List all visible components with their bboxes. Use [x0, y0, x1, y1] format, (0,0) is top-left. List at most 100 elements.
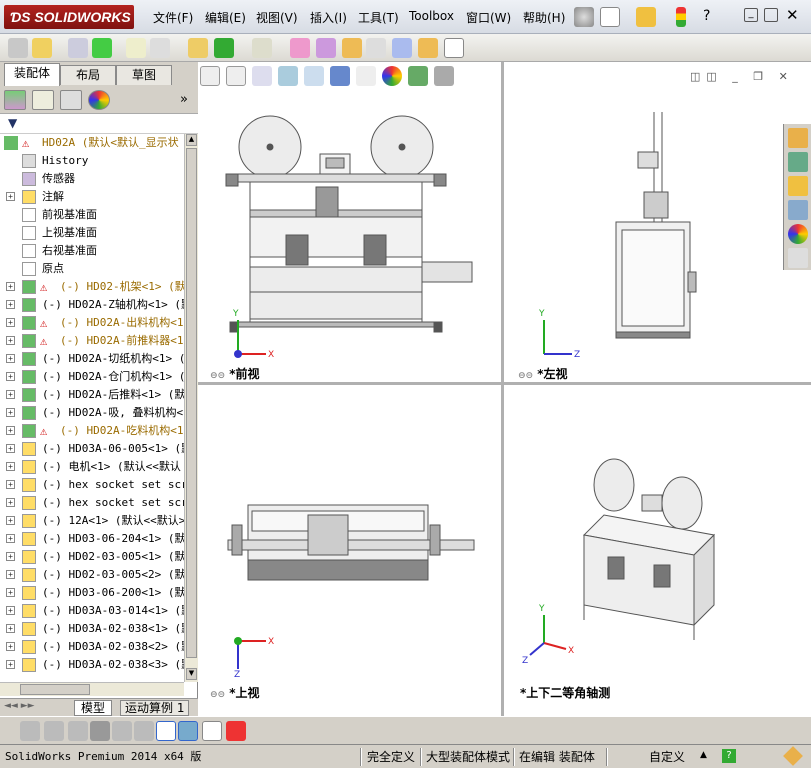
- tree-item[interactable]: + (-) HD03-06-200<1> (默认: [0, 584, 184, 602]
- zoom-to-area-icon[interactable]: [226, 66, 246, 86]
- rebuild-traffic-light-icon[interactable]: [676, 7, 686, 27]
- display-manager-icon[interactable]: [88, 90, 110, 110]
- tree-item[interactable]: + (-) HD03A-02-038<1> (默: [0, 620, 184, 638]
- tree-item[interactable]: + ⚠ (-) HD02A-前推料器<1: [0, 332, 184, 350]
- linear-pattern-icon[interactable]: [92, 38, 112, 58]
- solidworks-resources-icon[interactable]: [788, 128, 808, 148]
- menu-edit[interactable]: 编辑(E): [205, 9, 246, 26]
- menu-help[interactable]: 帮助(H): [523, 9, 565, 26]
- tree-item[interactable]: + (-) HD03A-02-038<3> (默: [0, 656, 184, 674]
- expand-icon[interactable]: +: [6, 516, 15, 525]
- tree-item[interactable]: 上视基准面: [0, 224, 184, 242]
- section-view-icon[interactable]: [278, 66, 298, 86]
- explode-line-sketch-icon[interactable]: [342, 38, 362, 58]
- tree-item[interactable]: 右视基准面: [0, 242, 184, 260]
- interference-detection-icon[interactable]: [366, 38, 386, 58]
- shaded-icon[interactable]: [112, 721, 132, 741]
- hidden-lines-visible-icon[interactable]: [44, 721, 64, 741]
- tree-item[interactable]: + (-) HD03A-03-014<1> (默: [0, 602, 184, 620]
- tree-item[interactable]: + 注解: [0, 188, 184, 206]
- expand-icon[interactable]: +: [6, 588, 15, 597]
- tree-item[interactable]: + (-) 电机<1> (默认<<默认: [0, 458, 184, 476]
- link-views-icon[interactable]: ⊖⊝: [210, 371, 225, 381]
- tree-item[interactable]: + (-) hex socket set scre: [0, 476, 184, 494]
- menu-window[interactable]: 窗口(W): [466, 9, 511, 26]
- filter-icon[interactable]: ▼: [8, 116, 17, 130]
- tree-item[interactable]: + (-) HD02A-仓门机构<1> (: [0, 368, 184, 386]
- expand-icon[interactable]: +: [6, 282, 15, 291]
- expand-icon[interactable]: +: [6, 660, 15, 669]
- shaded-with-edges-icon[interactable]: [90, 721, 110, 741]
- tree-root[interactable]: ⚠ HD02A (默认<默认_显示状: [0, 134, 184, 152]
- pin-icon[interactable]: [574, 7, 594, 27]
- status-large-assembly-mode[interactable]: 大型装配体模式: [423, 748, 513, 766]
- expand-icon[interactable]: +: [6, 408, 15, 417]
- tree-item[interactable]: 前视基准面: [0, 206, 184, 224]
- tab-model[interactable]: 模型: [74, 700, 113, 716]
- tab-scroll-icon[interactable]: ◄◄ ►►: [4, 701, 35, 711]
- expand-icon[interactable]: +: [6, 462, 15, 471]
- tree-item[interactable]: + (-) HD02A-后推料<1> (默: [0, 386, 184, 404]
- expand-icon[interactable]: +: [6, 624, 15, 633]
- assembly-features-icon[interactable]: [188, 38, 208, 58]
- hide-show-items-icon[interactable]: [356, 66, 376, 86]
- rebuild-tag-icon[interactable]: [783, 746, 803, 766]
- expand-icon[interactable]: +: [6, 444, 15, 453]
- expand-icon[interactable]: +: [6, 570, 15, 579]
- previous-view-icon[interactable]: [252, 66, 272, 86]
- tree-vertical-scrollbar[interactable]: ▲ ▼: [184, 134, 198, 682]
- tree-item[interactable]: + (-) HD03A-06-005<1> (默: [0, 440, 184, 458]
- exploded-view-icon[interactable]: [316, 38, 336, 58]
- mate-icon[interactable]: [32, 38, 52, 58]
- tree-item[interactable]: + (-) HD03-06-204<1> (默认: [0, 530, 184, 548]
- display-style-icon[interactable]: [330, 66, 350, 86]
- minimize-icon[interactable]: _: [744, 8, 758, 22]
- status-units-custom[interactable]: 自定义: [646, 748, 688, 766]
- help-icon[interactable]: ?: [703, 8, 710, 24]
- appearances-icon[interactable]: [788, 224, 808, 244]
- expand-icon[interactable]: +: [6, 372, 15, 381]
- four-view-icon[interactable]: [178, 721, 198, 741]
- tab-assembly[interactable]: 装配体: [4, 63, 60, 86]
- status-help-icon[interactable]: ?: [722, 749, 736, 763]
- scroll-up-icon[interactable]: ▲: [186, 134, 197, 146]
- expand-icon[interactable]: +: [6, 390, 15, 399]
- expand-icon[interactable]: +: [6, 498, 15, 507]
- filter-bar[interactable]: ▼: [0, 114, 198, 134]
- expand-icon[interactable]: +: [6, 336, 15, 345]
- tree-item[interactable]: + (-) HD02A-Z轴机构<1> (默: [0, 296, 184, 314]
- tree-horizontal-scrollbar[interactable]: [0, 682, 184, 696]
- tree-item[interactable]: + (-) HD02A-切纸机构<1> (: [0, 350, 184, 368]
- two-view-icon[interactable]: [202, 721, 222, 741]
- viewport-isometric[interactable]: Y X Z: [504, 385, 811, 677]
- expand-icon[interactable]: +: [6, 354, 15, 363]
- viewport-front[interactable]: Y X: [198, 92, 501, 382]
- smart-fasteners-icon[interactable]: [68, 38, 88, 58]
- wireframe-icon[interactable]: [20, 721, 40, 741]
- property-manager-icon[interactable]: [32, 90, 54, 110]
- new-document-icon[interactable]: [600, 7, 620, 27]
- hscroll-thumb[interactable]: [20, 684, 90, 695]
- tree-item[interactable]: + ⚠ (-) HD02A-出料机构<1: [0, 314, 184, 332]
- expand-icon[interactable]: +: [6, 534, 15, 543]
- expand-icon[interactable]: +: [6, 318, 15, 327]
- hole-alignment-icon[interactable]: [418, 38, 438, 58]
- tree-item[interactable]: + ⚠ (-) HD02A-吃料机构<1: [0, 422, 184, 440]
- tree-item[interactable]: + (-) HD02-03-005<1> (默认: [0, 548, 184, 566]
- menu-tools[interactable]: 工具(T): [358, 9, 399, 26]
- zoom-to-fit-icon[interactable]: [200, 66, 220, 86]
- graphics-area[interactable]: ◫◫ _ ❐ ✕ Y X ⊖⊝ *前视 Y Z ⊖⊝ *左视 X Z ⊖⊝ *上…: [198, 62, 811, 716]
- view-palette-icon[interactable]: [788, 200, 808, 220]
- tree-item[interactable]: 传感器: [0, 170, 184, 188]
- menu-file[interactable]: 文件(F): [153, 9, 193, 26]
- tree-item[interactable]: History: [0, 152, 184, 170]
- view-orientation-icon[interactable]: [304, 66, 324, 86]
- viewport-left[interactable]: Y Z: [504, 92, 811, 382]
- clearance-verification-icon[interactable]: [392, 38, 412, 58]
- reference-geometry-icon[interactable]: [214, 38, 234, 58]
- expand-icon[interactable]: +: [6, 300, 15, 309]
- insert-component-icon[interactable]: [8, 38, 28, 58]
- view-settings-icon[interactable]: [434, 66, 454, 86]
- file-explorer-icon[interactable]: [788, 176, 808, 196]
- tree-item[interactable]: + (-) HD03A-02-038<2> (默: [0, 638, 184, 656]
